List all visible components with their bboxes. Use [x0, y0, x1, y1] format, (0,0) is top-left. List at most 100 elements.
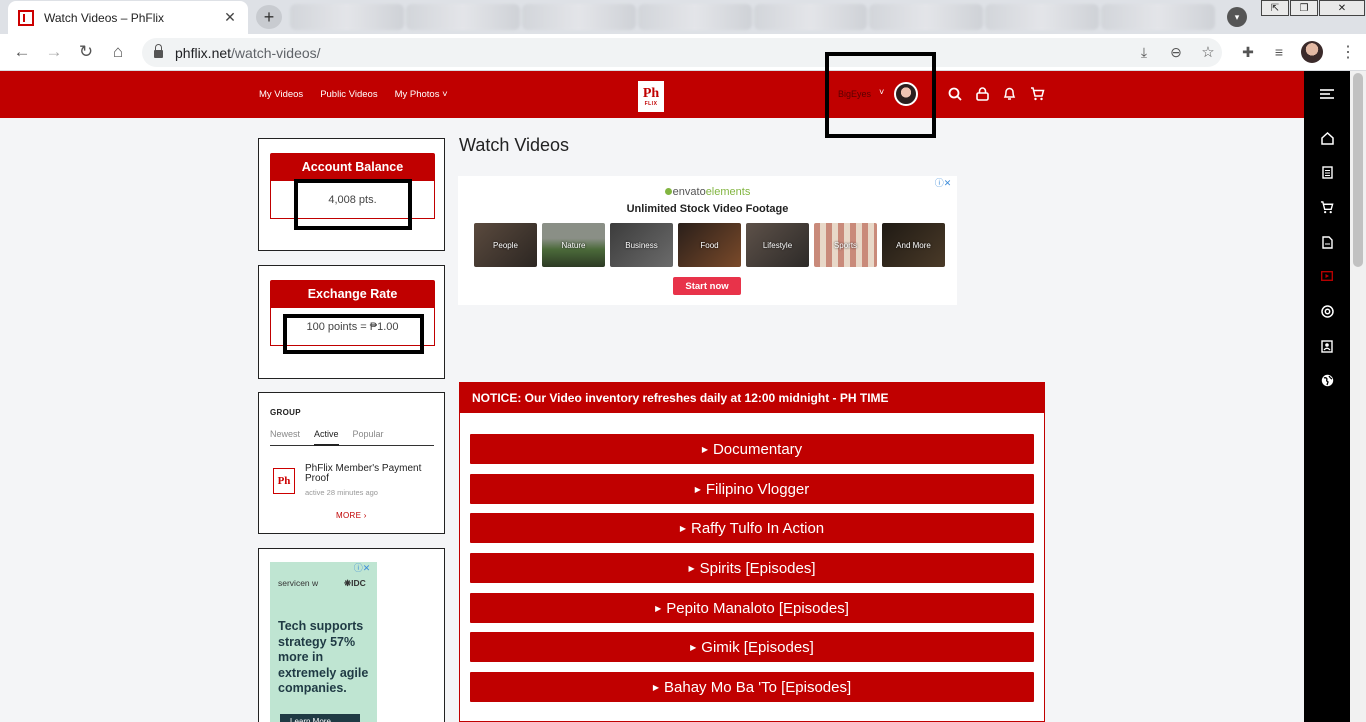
- category-filipino-vlogger[interactable]: ▶ Filipino Vlogger: [470, 474, 1034, 504]
- url-host: phflix.net: [175, 44, 232, 61]
- lock-icon[interactable]: [154, 44, 163, 58]
- category-documentary[interactable]: ▶ Documentary: [470, 434, 1034, 464]
- category-gimik[interactable]: ▶ Gimik [Episodes]: [470, 632, 1034, 662]
- tab-active[interactable]: Active: [314, 429, 339, 446]
- install-icon[interactable]: ⤓: [1134, 42, 1154, 62]
- chrome-menu-icon[interactable]: ⋮: [1340, 42, 1356, 62]
- zoom-icon[interactable]: ⊖: [1166, 42, 1186, 62]
- nav-public-videos[interactable]: Public Videos: [320, 89, 377, 100]
- category-label: Documentary: [712, 440, 803, 458]
- ad-text: Tech supports strategy 57% more in extre…: [278, 619, 369, 695]
- ad-thumb[interactable]: People: [474, 223, 537, 267]
- video-categories-panel: NOTICE: Our Video inventory refreshes da…: [459, 382, 1045, 722]
- home-icon[interactable]: [1318, 129, 1336, 147]
- ad-brand-idc: ❋IDC: [344, 578, 366, 588]
- minimize-button[interactable]: ⇱: [1261, 0, 1289, 16]
- browser-tabstrip: Watch Videos – PhFlix ✕ + ▾ ⇱ ❐ ✕: [0, 0, 1366, 34]
- ad-brand-servicenow: servicen w: [278, 578, 319, 588]
- site-header: My Videos Public Videos My Photos ˅ Ph F…: [0, 71, 1304, 118]
- ad-thumb[interactable]: Business: [610, 223, 673, 267]
- phflix-favicon-icon: [18, 9, 34, 26]
- window-close-button[interactable]: ✕: [1319, 0, 1365, 16]
- file-icon[interactable]: [1318, 233, 1336, 251]
- ad-start-now-button[interactable]: Start now: [673, 277, 741, 295]
- category-label: Pepito Manaloto [Episodes]: [666, 599, 849, 617]
- media-control-icon[interactable]: ≡: [1269, 42, 1289, 62]
- tab-title: Watch Videos – PhFlix: [44, 10, 165, 25]
- nav-my-videos[interactable]: My Videos: [259, 89, 303, 100]
- tab-close-icon[interactable]: ✕: [222, 9, 238, 26]
- home-icon[interactable]: ⌂: [108, 42, 128, 62]
- tab-popular[interactable]: Popular: [353, 429, 384, 445]
- nav-my-photos[interactable]: My Photos ˅: [395, 89, 448, 100]
- caret-right-icon: ▶: [655, 603, 662, 613]
- caret-right-icon: ▶: [690, 642, 697, 652]
- logo-text: Ph: [642, 85, 660, 101]
- ad-thumb[interactable]: Food: [678, 223, 741, 267]
- category-pepito-manaloto[interactable]: ▶ Pepito Manaloto [Episodes]: [470, 593, 1034, 623]
- chevron-down-icon[interactable]: ˅: [879, 87, 884, 97]
- background-tabs[interactable]: [290, 4, 1215, 30]
- menu-icon[interactable]: [1318, 85, 1336, 103]
- adchoices-icon[interactable]: ⓘ✕: [354, 562, 371, 573]
- address-bar[interactable]: phflix.net/watch-videos/: [142, 38, 1222, 67]
- page-title: Watch Videos: [459, 135, 570, 155]
- caret-right-icon: ▶: [701, 444, 708, 454]
- phflix-logo[interactable]: Ph FLIX: [638, 81, 664, 112]
- scrollbar-thumb[interactable]: [1353, 73, 1363, 267]
- bookmark-star-icon[interactable]: ☆: [1198, 42, 1218, 62]
- contacts-icon[interactable]: [1318, 337, 1336, 355]
- page-scrollbar[interactable]: [1350, 71, 1366, 722]
- lock-icon[interactable]: [974, 86, 990, 102]
- right-sidebar: [1304, 71, 1350, 722]
- cart-icon[interactable]: [1318, 198, 1336, 216]
- browser-toolbar: ← → ↻ ⌂ phflix.net/watch-videos/ ⤓ ⊖ ☆ ✚…: [0, 34, 1366, 71]
- at-icon[interactable]: [1318, 302, 1336, 320]
- ad-thumbnails: People Nature Business Food Lifestyle Sp…: [474, 223, 945, 267]
- envato-brand: envato: [672, 186, 706, 198]
- bell-icon[interactable]: [1001, 86, 1017, 102]
- reload-icon[interactable]: ↻: [76, 42, 96, 62]
- cart-icon[interactable]: [1029, 86, 1045, 102]
- forward-icon[interactable]: →: [44, 42, 64, 62]
- sidebar-ad[interactable]: servicen w ❋IDC Tech supports strategy 5…: [270, 562, 377, 722]
- ad-thumb[interactable]: Lifestyle: [746, 223, 809, 267]
- caret-right-icon: ▶: [679, 523, 686, 533]
- notice-banner: NOTICE: Our Video inventory refreshes da…: [460, 383, 1044, 413]
- user-avatar[interactable]: [894, 82, 918, 106]
- search-icon[interactable]: [947, 86, 963, 102]
- profile-avatar[interactable]: [1301, 41, 1323, 63]
- category-label: Gimik [Episodes]: [701, 638, 814, 656]
- tab-newest[interactable]: Newest: [270, 429, 300, 445]
- restore-button[interactable]: ❐: [1290, 0, 1318, 16]
- group-more-link[interactable]: MORE ›: [336, 511, 367, 520]
- caret-right-icon: ▶: [688, 563, 695, 573]
- browser-tab-active[interactable]: Watch Videos – PhFlix ✕: [8, 1, 248, 34]
- tab-search-icon[interactable]: ▾: [1227, 7, 1247, 27]
- group-avatar[interactable]: Ph: [273, 468, 295, 494]
- username-link[interactable]: BigEyes: [838, 89, 871, 99]
- document-icon[interactable]: [1318, 163, 1336, 181]
- ad-thumb[interactable]: Nature: [542, 223, 605, 267]
- envato-leaf-icon: [664, 188, 672, 195]
- new-tab-button[interactable]: +: [256, 5, 282, 29]
- category-label: Spirits [Episodes]: [699, 559, 816, 577]
- highlight-box-balance: [294, 179, 412, 230]
- ad-learn-more-button[interactable]: Learn More: [280, 714, 360, 722]
- extensions-icon[interactable]: ✚: [1238, 42, 1258, 62]
- category-bahay-mo-ba-to[interactable]: ▶ Bahay Mo Ba 'To [Episodes]: [470, 672, 1034, 702]
- category-label: Bahay Mo Ba 'To [Episodes]: [664, 678, 852, 696]
- video-icon[interactable]: [1318, 267, 1336, 285]
- category-raffy-tulfo[interactable]: ▶ Raffy Tulfo In Action: [470, 513, 1034, 543]
- group-item-name[interactable]: PhFlix Member's Payment Proof: [305, 464, 435, 484]
- ad-thumb[interactable]: And More: [882, 223, 945, 267]
- main-nav: My Videos Public Videos My Photos ˅: [259, 71, 448, 118]
- category-spirits[interactable]: ▶ Spirits [Episodes]: [470, 553, 1034, 583]
- back-icon[interactable]: ←: [12, 42, 32, 62]
- sidebar-ad-widget: servicen w ❋IDC Tech supports strategy 5…: [258, 548, 445, 722]
- category-label: Raffy Tulfo In Action: [691, 519, 825, 537]
- globe-icon[interactable]: [1318, 371, 1336, 389]
- caret-right-icon: ▶: [694, 484, 701, 494]
- ad-thumb[interactable]: Sports: [814, 223, 877, 267]
- envato-ad[interactable]: ⓘ✕ envatoelements Unlimited Stock Video …: [458, 176, 957, 305]
